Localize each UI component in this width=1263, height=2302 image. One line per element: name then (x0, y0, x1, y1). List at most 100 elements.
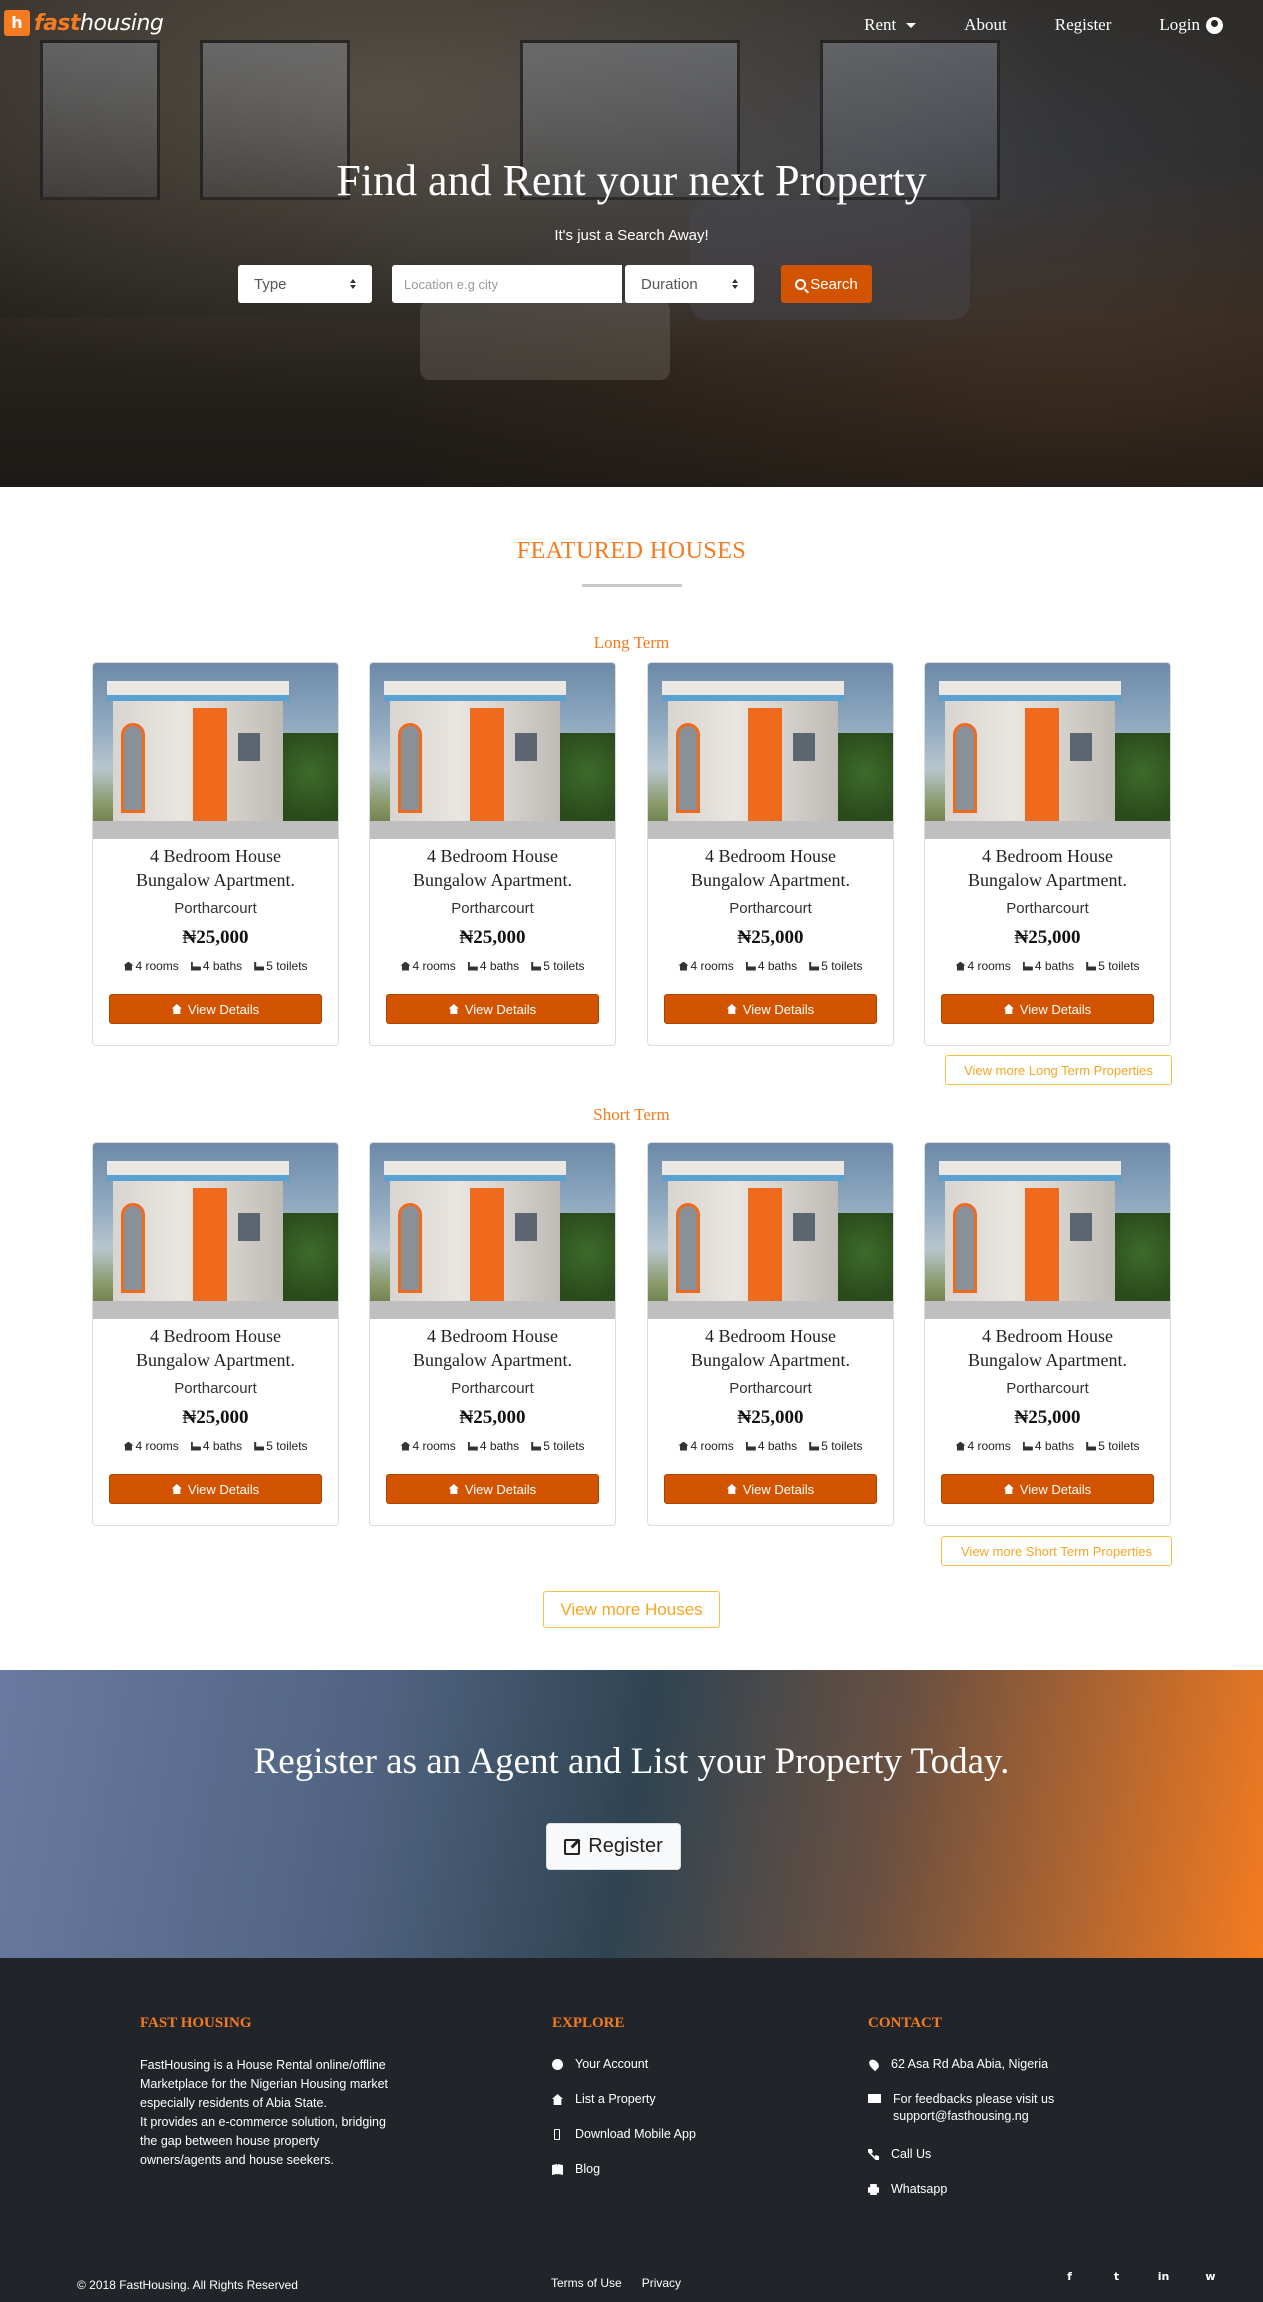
baths-count: 4 baths (1034, 1439, 1075, 1453)
baths-count: 4 baths (757, 1439, 798, 1453)
view-details-button[interactable]: View Details (941, 1474, 1154, 1504)
search-icon (795, 278, 807, 290)
brand-logo[interactable]: h fasthousing (4, 10, 164, 36)
property-location: Portharcourt (1006, 900, 1089, 917)
footer-about-text: FastHousing is a House Rental online/off… (140, 2056, 400, 2170)
privacy-link[interactable]: Privacy (642, 2276, 681, 2290)
phone-icon (868, 2149, 879, 2160)
property-card[interactable]: 4 Bedroom House Bungalow Apartment. Portha… (92, 662, 339, 1046)
select-arrows-icon (350, 279, 356, 289)
image-window (238, 733, 260, 761)
property-card[interactable]: 4 Bedroom House Bungalow Apartment. Portha… (647, 1142, 894, 1526)
image-roof (107, 1161, 289, 1175)
rooms-count: 4 rooms (412, 959, 456, 973)
footer-contact-call[interactable]: Call Us (868, 2146, 1098, 2181)
search-button[interactable]: Search (781, 265, 872, 303)
view-details-button[interactable]: View Details (386, 994, 599, 1024)
image-trees (560, 733, 615, 833)
toilets-feature: 5 toilets (254, 959, 308, 973)
terms-link[interactable]: Terms of Use (551, 2276, 622, 2290)
footer: FAST HOUSING FastHousing is a House Rent… (0, 1958, 1263, 2302)
footer-link-your-account[interactable]: Your Account (552, 2056, 696, 2091)
cta-register-label: Register (588, 1835, 663, 1857)
facebook-icon[interactable]: f (1061, 2268, 1078, 2285)
property-card[interactable]: 4 Bedroom House Bungalow Apartment. Portha… (369, 662, 616, 1046)
nav-rent-label: Rent (864, 15, 897, 34)
hero-title: Find and Rent your next Property (336, 156, 927, 205)
toilet-icon (1086, 961, 1097, 971)
select-arrows-icon (732, 279, 738, 289)
footer-link-blog[interactable]: Blog (552, 2161, 696, 2196)
property-card[interactable]: 4 Bedroom House Bungalow Apartment. Portha… (369, 1142, 616, 1526)
long-term-heading: Long Term (593, 633, 670, 652)
edit-icon (564, 1838, 581, 1855)
property-image[interactable] (370, 1143, 615, 1319)
view-details-button[interactable]: View Details (664, 1474, 877, 1504)
property-card[interactable]: 4 Bedroom House Bungalow Apartment. Portha… (92, 1142, 339, 1526)
whatsapp-icon[interactable]: w (1202, 2268, 1219, 2285)
image-trim (384, 1175, 566, 1181)
view-more-long-term-button[interactable]: View more Long Term Properties (945, 1055, 1172, 1085)
footer-link-label: Download Mobile App (575, 2127, 696, 2141)
view-more-houses-button[interactable]: View more Houses (543, 1591, 720, 1628)
linkedin-icon[interactable]: in (1155, 2268, 1172, 2285)
property-title-line1: 4 Bedroom House (982, 1326, 1113, 1346)
cta-register-button[interactable]: Register (546, 1823, 681, 1870)
view-details-button[interactable]: View Details (109, 994, 322, 1024)
image-arch (676, 1203, 700, 1293)
nav-register[interactable]: Register (1055, 15, 1112, 35)
property-features: 4 rooms 4 baths 5 toilets (648, 959, 893, 973)
toilets-feature: 5 toilets (809, 1439, 863, 1453)
property-card[interactable]: 4 Bedroom House Bungalow Apartment. Portha… (924, 1142, 1171, 1526)
type-select[interactable]: Type (238, 265, 372, 303)
footer-link-list-property[interactable]: List a Property (552, 2091, 696, 2126)
view-details-button[interactable]: View Details (386, 1474, 599, 1504)
property-image[interactable] (648, 1143, 893, 1319)
property-title-line2: Bungalow Apartment. (968, 870, 1127, 890)
view-details-button[interactable]: View Details (664, 994, 877, 1024)
image-trim (662, 695, 844, 701)
property-card[interactable]: 4 Bedroom House Bungalow Apartment. Portha… (924, 662, 1171, 1046)
footer-contact-email[interactable]: For feedbacks please visit us support@fa… (868, 2091, 1098, 2146)
image-arch (398, 723, 422, 813)
duration-select[interactable]: Duration (625, 265, 754, 303)
footer-contact-whatsapp[interactable]: Whatsapp (868, 2181, 1098, 2216)
property-card[interactable]: 4 Bedroom House Bungalow Apartment. Portha… (647, 662, 894, 1046)
view-details-button[interactable]: View Details (941, 994, 1154, 1024)
view-more-short-term-button[interactable]: View more Short Term Properties (941, 1536, 1172, 1566)
property-price: ₦25,000 (182, 1407, 249, 1428)
property-image[interactable] (93, 1143, 338, 1319)
location-input[interactable]: Location e.g city (392, 265, 622, 303)
footer-link-download-app[interactable]: Download Mobile App (552, 2126, 696, 2161)
agent-cta-section: Register as an Agent and List your Prope… (0, 1670, 1263, 1958)
nav-login[interactable]: Login (1159, 15, 1223, 35)
toilets-feature: 5 toilets (809, 959, 863, 973)
cta-title: Register as an Agent and List your Prope… (253, 1741, 1010, 1782)
nav-about[interactable]: About (964, 15, 1007, 35)
footer-contact-list: 62 Asa Rd Aba Abia, Nigeria For feedback… (867, 2056, 1098, 2216)
view-details-button[interactable]: View Details (109, 1474, 322, 1504)
nav-login-label: Login (1159, 15, 1200, 34)
property-image[interactable] (925, 1143, 1170, 1319)
toilet-icon (809, 1441, 820, 1451)
home-icon (123, 1441, 134, 1451)
footer-contact-heading: CONTACT (868, 2015, 942, 2031)
property-image[interactable] (93, 663, 338, 839)
baths-count: 4 baths (202, 1439, 243, 1453)
image-orange-wall (470, 1188, 504, 1303)
property-image[interactable] (648, 663, 893, 839)
nav-rent-dropdown[interactable]: Rent (864, 15, 917, 35)
property-image[interactable] (925, 663, 1170, 839)
baths-count: 4 baths (479, 1439, 520, 1453)
footer-contact-address: 62 Asa Rd Aba Abia, Nigeria (867, 2056, 1098, 2091)
featured-title: FEATURED HOUSES (516, 538, 747, 564)
property-price: ₦25,000 (459, 1407, 526, 1428)
view-details-label: View Details (1019, 1481, 1092, 1497)
twitter-icon[interactable]: t (1108, 2268, 1125, 2285)
property-title-line1: 4 Bedroom House (427, 846, 558, 866)
nav-about-label: About (964, 15, 1007, 34)
baths-count: 4 baths (1034, 959, 1075, 973)
property-image[interactable] (370, 663, 615, 839)
footer-contact-label: For feedbacks please visit us support@fa… (893, 2092, 1055, 2123)
image-window (793, 1213, 815, 1241)
